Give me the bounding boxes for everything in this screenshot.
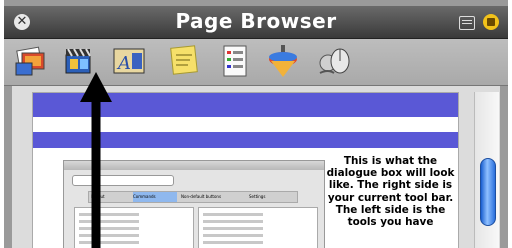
window-list-icon[interactable] bbox=[459, 16, 475, 30]
embedded-left-list bbox=[74, 207, 194, 248]
embedded-dialog-titlebar bbox=[64, 161, 324, 170]
page-thumbnail[interactable]: Layout Commands Non-default buttons Sett… bbox=[32, 92, 459, 248]
scroll-thumb[interactable] bbox=[480, 158, 496, 226]
sticky-note-icon[interactable] bbox=[164, 43, 202, 79]
embedded-tab-settings: Settings bbox=[249, 194, 266, 199]
movie-clapper-icon[interactable] bbox=[60, 43, 98, 79]
page-browser-window: ✕ Page Browser A Layout Commands Non-def… bbox=[4, 0, 508, 248]
section-band bbox=[33, 132, 458, 148]
embedded-dialog-screenshot: Layout Commands Non-default buttons Sett… bbox=[63, 160, 325, 248]
lock-icon[interactable] bbox=[483, 14, 499, 30]
embedded-tab-buttons: Non-default buttons bbox=[181, 194, 222, 199]
embedded-popup bbox=[72, 175, 174, 186]
vertical-scrollbar[interactable] bbox=[474, 92, 499, 248]
embedded-tab-commands: Commands bbox=[133, 192, 177, 202]
svg-text:A: A bbox=[116, 53, 131, 74]
page-description-text: This is what the dialogue box will look … bbox=[326, 155, 455, 229]
window-title: Page Browser bbox=[175, 9, 337, 33]
spinning-top-icon[interactable] bbox=[264, 43, 302, 79]
page-preview-area: Layout Commands Non-default buttons Sett… bbox=[12, 86, 500, 248]
toolbar: A bbox=[4, 39, 508, 86]
document-list-icon[interactable] bbox=[216, 43, 254, 79]
embedded-right-list bbox=[198, 207, 318, 248]
embedded-tab-layout: Layout bbox=[91, 194, 105, 199]
title-bar: ✕ Page Browser bbox=[4, 6, 508, 39]
mouse-shapes-icon[interactable] bbox=[316, 43, 354, 79]
embedded-tab-bar: Layout Commands Non-default buttons Sett… bbox=[88, 191, 298, 203]
photo-stack-icon[interactable] bbox=[12, 43, 50, 79]
header-band bbox=[33, 93, 458, 117]
text-frame-icon[interactable]: A bbox=[110, 43, 148, 79]
